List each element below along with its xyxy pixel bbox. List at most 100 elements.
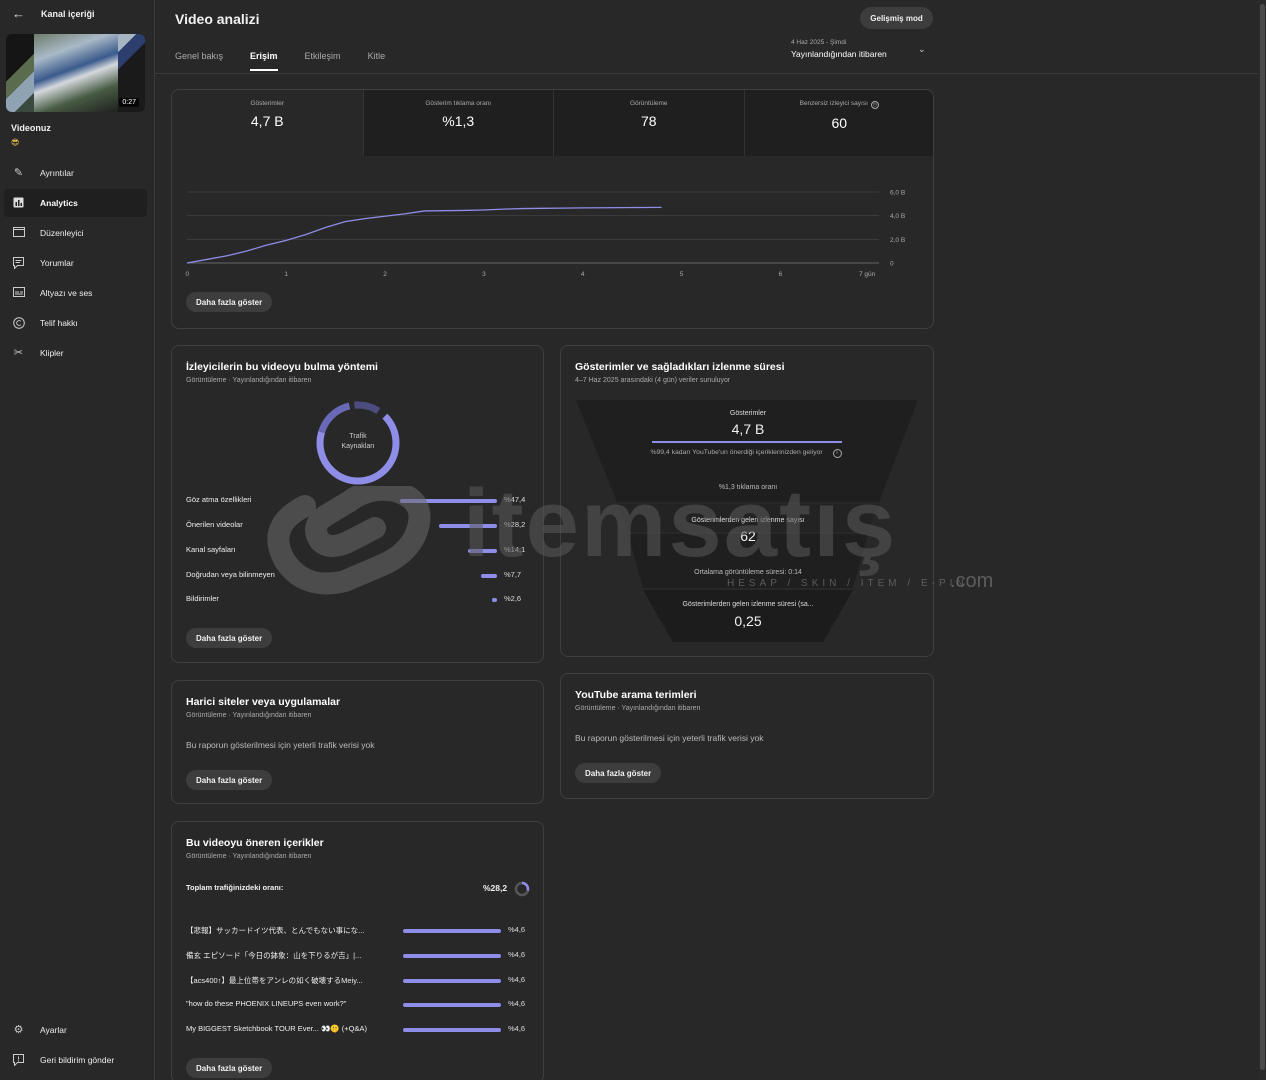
back-arrow-icon[interactable]: ← [12, 7, 26, 21]
sidebar-header: ← Kanal içeriği [0, 0, 154, 28]
metric-unique-viewers[interactable]: Benzersiz izleyici sayısı ◷ 60 [743, 90, 933, 156]
chart-y-tick: 2,0 B [890, 237, 905, 244]
scrollbar-thumb[interactable] [1260, 4, 1265, 1070]
list-item[interactable]: "how do these PHOENIX LINEUPS even work?… [186, 999, 526, 1013]
sidebar-item-analytics[interactable]: Analytics [4, 189, 147, 217]
tab-reach[interactable]: Erişim [250, 51, 278, 71]
search-terms-title: YouTube arama terimleri [575, 689, 697, 701]
tab-overview[interactable]: Genel bakış [175, 51, 223, 71]
chart-y-tick: 0 [890, 261, 894, 268]
funnel-views-value: 62 [740, 528, 756, 544]
video-thumbnail[interactable]: 0:27 [6, 34, 145, 112]
sidebar-bottom: ⚙ Ayarlar Geri bildirim gönder [4, 1016, 147, 1076]
analytics-tabs: Genel bakış Erişim Etkileşim Kitle [175, 51, 412, 71]
info-icon[interactable]: i [832, 449, 842, 458]
search-terms-card: YouTube arama terimleri Görüntüleme · Ya… [560, 673, 934, 799]
funnel-subtitle: 4–7 Haz 2025 arasındaki (4 gün) veriler … [575, 377, 731, 384]
sidebar-item-clips[interactable]: ✂ Klipler [4, 339, 147, 367]
sidebar-item-details[interactable]: ✎ Ayrıntılar [4, 159, 147, 187]
funnel-impressions-label: Gösterimler [729, 410, 767, 417]
traffic-row[interactable]: Bildirimler %2,6 [186, 594, 526, 608]
traffic-row[interactable]: Göz atma özellikleri %47,4 [186, 495, 526, 509]
traffic-bar [468, 549, 497, 553]
traffic-row[interactable]: Kanal sayfaları %14,1 [186, 545, 526, 559]
tab-engagement[interactable]: Etkileşim [305, 51, 341, 71]
analytics-icon [12, 197, 25, 210]
traffic-sources-title: İzleyicilerin bu videoyu bulma yöntemi [186, 361, 378, 373]
chart-x-tick: 5 [680, 271, 684, 278]
sidebar-item-editor[interactable]: Düzenleyici [4, 219, 147, 247]
sidebar-nav: ✎ Ayrıntılar Analytics Düzenleyici Yorum… [4, 159, 147, 369]
page-title: Video analizi [175, 11, 260, 27]
feedback-icon [12, 1053, 25, 1067]
sidebar-item-feedback[interactable]: Geri bildirim gönder [4, 1046, 147, 1074]
metric-views[interactable]: Görüntüleme 78 [553, 90, 744, 156]
tab-audience[interactable]: Kitle [368, 51, 386, 71]
funnel-avg-watch: Ortalama görüntüleme süresi: 0:14 [694, 569, 802, 576]
sidebar-item-settings[interactable]: ⚙ Ayarlar [4, 1016, 147, 1044]
recommended-show-more-button[interactable]: Daha fazla göster [186, 1058, 273, 1078]
funnel-views-label: Gösterimlerden gelen izlenme sayısı [691, 517, 805, 524]
recommended-bar [403, 954, 501, 958]
recommended-bar [403, 1003, 501, 1007]
scissors-icon: ✂ [13, 346, 24, 359]
copyright-icon [12, 316, 25, 330]
search-terms-show-more-button[interactable]: Daha fazla göster [575, 763, 662, 783]
chart-x-tick: 3 [482, 271, 486, 278]
search-terms-subtitle: Görüntüleme · Yayınlandığından itibaren [575, 705, 701, 712]
list-item[interactable]: My BIGGEST Sketchbook TOUR Ever... 👀🤫 (+… [186, 1024, 526, 1038]
recommended-title: Bu videoyu öneren içerikler [186, 837, 324, 849]
pencil-icon: ✎ [13, 166, 24, 179]
date-range-label: Yayınlandığından itibaren [791, 49, 887, 59]
gear-icon: ⚙ [13, 1023, 24, 1036]
chart-x-tick: 6 [779, 271, 783, 278]
traffic-bar [400, 499, 497, 503]
search-terms-empty-message: Bu raporun gösterilmesi için yeterli tra… [575, 733, 764, 743]
chevron-down-icon[interactable]: ⌄ [918, 44, 926, 55]
chart-show-more-button[interactable]: Daha fazla göster [186, 292, 273, 312]
watermark-suffix: .com [950, 570, 994, 592]
video-emoji-icon: 😎 [11, 138, 20, 147]
date-range-selector[interactable]: 4 Haz 2025 - Şimdi Yayınlandığından itib… [791, 39, 887, 59]
header-divider [155, 73, 1258, 74]
video-label: Videonuz [11, 123, 51, 133]
traffic-row[interactable]: Önerilen videolar %28,2 [186, 520, 526, 534]
recommended-total-label: Toplam trafiğinizdeki oranı: [186, 883, 284, 892]
funnel-title: Gösterimler ve sağladıkları izlenme süre… [575, 361, 785, 373]
funnel-watch-label: Gösterimlerden gelen izlenme süresi (sa.… [682, 601, 814, 608]
metric-impressions[interactable]: Gösterimler 4,7 B [172, 90, 363, 156]
chart-x-tick: 1 [284, 271, 288, 278]
funnel-impressions-value: 4,7 B [731, 421, 765, 437]
reach-overview-card: Gösterimler 4,7 B Gösterim tıklama oranı… [171, 89, 934, 329]
video-duration: 0:27 [119, 98, 139, 107]
sidebar-item-comments[interactable]: Yorumlar [4, 249, 147, 277]
donut-label-2: Kaynakları [341, 443, 375, 450]
list-item[interactable]: 【悲報】サッカードイツ代表、とんでもない事にな... %4,6 [186, 925, 526, 939]
traffic-sources-subtitle: Görüntüleme · Yayınlandığından itibaren [186, 377, 312, 384]
chart-y-tick: 6,0 B [890, 190, 905, 197]
sidebar-item-copyright[interactable]: Telif hakkı [4, 309, 147, 337]
traffic-row[interactable]: Doğrudan veya bilinmeyen %7,7 [186, 570, 526, 584]
external-title: Harici siteler veya uygulamalar [186, 696, 341, 708]
date-range-dates: 4 Haz 2025 - Şimdi [791, 39, 847, 46]
list-item[interactable]: 【acs400↑】最上位帯をアンレの如く破壊するMeiy... %4,6 [186, 975, 526, 989]
traffic-bar [439, 524, 497, 528]
external-empty-message: Bu raporun gösterilmesi için yeterli tra… [186, 740, 375, 750]
recommended-donut-icon [514, 881, 530, 897]
sidebar: ← Kanal içeriği 0:27 Videonuz 😎 ✎ Ayrınt… [0, 0, 155, 1080]
traffic-sources-card: İzleyicilerin bu videoyu bulma yöntemi G… [171, 345, 544, 663]
channel-content-title: Kanal içeriği [41, 9, 95, 19]
external-sites-card: Harici siteler veya uygulamalar Görüntül… [171, 680, 544, 804]
chart-x-tick: 7 gün [859, 271, 876, 278]
advanced-mode-button[interactable]: Gelişmiş mod [860, 7, 933, 29]
external-show-more-button[interactable]: Daha fazla göster [186, 770, 273, 790]
metric-tabs: Gösterimler 4,7 B Gösterim tıklama oranı… [172, 90, 933, 156]
list-item[interactable]: 備玄 エピソード「今日の鉢象：山を下りるが吉」|... %4,6 [186, 950, 526, 964]
traffic-show-more-button[interactable]: Daha fazla göster [186, 628, 273, 648]
metric-ctr[interactable]: Gösterim tıklama oranı %1,3 [362, 90, 553, 156]
sidebar-item-subtitles[interactable]: Altyazı ve ses [4, 279, 147, 307]
impressions-funnel-card: Gösterimler ve sağladıkları izlenme süre… [560, 345, 934, 657]
chart-x-tick: 4 [581, 271, 585, 278]
chart-x-tick: 2 [383, 271, 387, 278]
recommended-bar [403, 929, 501, 933]
